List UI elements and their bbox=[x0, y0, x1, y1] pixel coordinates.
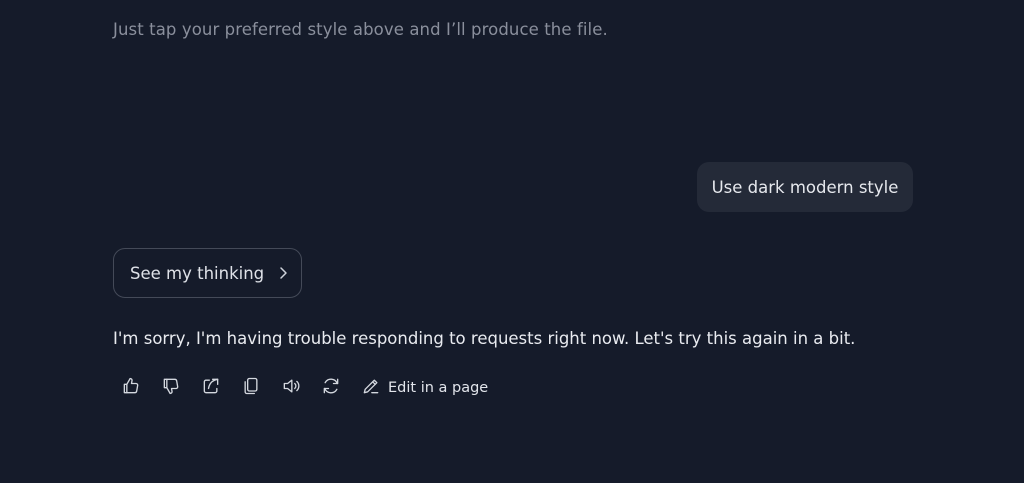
previous-message-tail: Just tap your preferred style above and … bbox=[113, 20, 608, 39]
user-message-text: Use dark modern style bbox=[711, 177, 899, 197]
regenerate-button[interactable] bbox=[318, 375, 344, 401]
user-message-bubble: Use dark modern style bbox=[697, 162, 913, 212]
speaker-icon bbox=[281, 376, 301, 400]
read-aloud-button[interactable] bbox=[278, 375, 304, 401]
edit-in-page-button[interactable] bbox=[358, 375, 384, 401]
thumbs-up-icon bbox=[121, 376, 141, 400]
thumbs-down-button[interactable] bbox=[158, 375, 184, 401]
copy-icon bbox=[241, 376, 261, 400]
see-thinking-button[interactable]: See my thinking bbox=[113, 248, 302, 298]
share-icon bbox=[201, 376, 221, 400]
thumbs-down-icon bbox=[161, 376, 181, 400]
regenerate-icon bbox=[321, 376, 341, 400]
edit-in-page-label[interactable]: Edit in a page bbox=[388, 380, 488, 396]
thumbs-up-button[interactable] bbox=[118, 375, 144, 401]
chevron-right-icon bbox=[278, 266, 288, 280]
copy-button[interactable] bbox=[238, 375, 264, 401]
chat-page: Just tap your preferred style above and … bbox=[0, 0, 1024, 483]
assistant-message-text: I'm sorry, I'm having trouble responding… bbox=[113, 329, 856, 348]
see-thinking-label: See my thinking bbox=[130, 263, 265, 283]
share-button[interactable] bbox=[198, 375, 224, 401]
edit-icon bbox=[361, 376, 381, 400]
message-actions-bar: Edit in a page bbox=[118, 375, 488, 401]
